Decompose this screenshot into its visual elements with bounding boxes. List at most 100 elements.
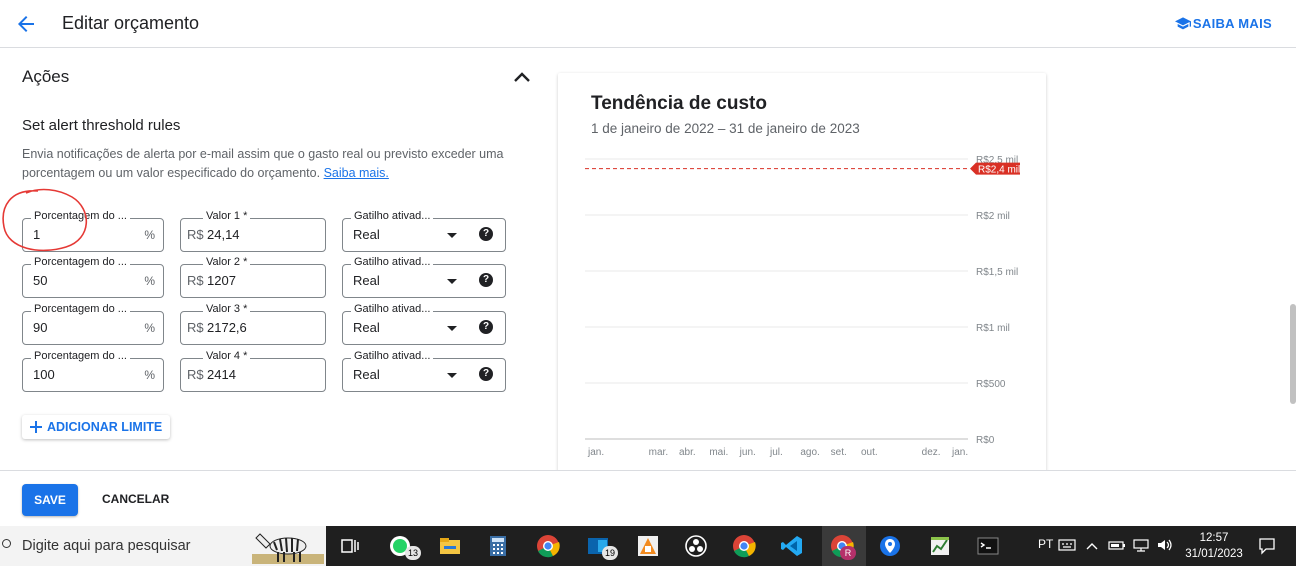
percent-suffix: % bbox=[144, 228, 155, 242]
clock-time: 12:57 bbox=[1199, 532, 1229, 544]
taskbar-search[interactable]: Digite aqui para pesquisar bbox=[0, 526, 326, 566]
save-button[interactable]: SAVE bbox=[22, 484, 78, 516]
percent-field[interactable]: Porcentagem do ... 90 % bbox=[22, 303, 164, 345]
school-icon bbox=[1174, 16, 1191, 29]
zebra-image-icon bbox=[252, 533, 324, 564]
percent-suffix: % bbox=[144, 274, 155, 288]
amount-field-label: Valor 4 * bbox=[203, 350, 251, 362]
dropdown-arrow-icon bbox=[447, 279, 457, 284]
x-tick-label: jan. bbox=[951, 447, 968, 458]
chevron-up-tray-icon[interactable] bbox=[1086, 541, 1098, 551]
whatsapp-badge: 13 bbox=[405, 546, 421, 560]
search-icon bbox=[2, 539, 11, 548]
main-content: Ações Set alert threshold rules Envia no… bbox=[0, 49, 1296, 470]
chart-app-icon[interactable] bbox=[928, 534, 952, 558]
trigger-select-value: Real bbox=[353, 273, 380, 288]
app-orange-icon[interactable] bbox=[636, 534, 660, 558]
help-icon[interactable]: ? bbox=[479, 227, 493, 241]
amount-field-value: 2414 bbox=[207, 367, 236, 382]
trigger-select-value: Real bbox=[353, 367, 380, 382]
trigger-select[interactable]: Gatilho ativad... Real ? bbox=[342, 303, 506, 345]
percent-field[interactable]: Porcentagem do ... 50 % bbox=[22, 256, 164, 298]
footer-bar: SAVE CANCELAR bbox=[0, 470, 1296, 526]
section-subtitle: Set alert threshold rules bbox=[22, 117, 181, 134]
notifications-icon[interactable] bbox=[1258, 537, 1276, 555]
cancel-button[interactable]: CANCELAR bbox=[102, 492, 169, 506]
page-title: Editar orçamento bbox=[62, 13, 200, 33]
percent-field-label: Porcentagem do ... bbox=[31, 350, 130, 362]
calculator-icon[interactable] bbox=[486, 534, 510, 558]
help-icon[interactable]: ? bbox=[479, 367, 493, 381]
dropdown-arrow-icon bbox=[447, 373, 457, 378]
y-tick-label: R$1 mil bbox=[976, 323, 1010, 334]
x-tick-label: dez. bbox=[922, 447, 941, 458]
obs-icon[interactable] bbox=[684, 534, 708, 558]
top-bar: Editar orçamento SAIBA MAIS bbox=[0, 0, 1296, 48]
chrome-profile-icon[interactable] bbox=[732, 534, 756, 558]
annotation-circle bbox=[2, 188, 88, 252]
amount-field[interactable]: Valor 1 * R$ 24,14 bbox=[180, 210, 326, 252]
vscode-icon[interactable] bbox=[780, 534, 804, 558]
chevron-up-icon[interactable] bbox=[512, 69, 532, 85]
learn-more-inline-link[interactable]: Saiba mais. bbox=[324, 166, 389, 180]
chrome-icon[interactable] bbox=[536, 534, 560, 558]
amount-field-value: 1207 bbox=[207, 273, 236, 288]
currency-prefix: R$ bbox=[187, 273, 204, 288]
keyboard-icon[interactable] bbox=[1058, 538, 1076, 552]
scrollbar[interactable] bbox=[1290, 304, 1296, 404]
description-text: Envia notificações de alerta por e-mail … bbox=[22, 147, 504, 180]
maps-pin-icon[interactable] bbox=[878, 534, 902, 558]
y-tick-label: R$500 bbox=[976, 379, 1006, 390]
help-icon[interactable]: ? bbox=[479, 320, 493, 334]
language-indicator[interactable]: PT bbox=[1038, 537, 1053, 551]
learn-more-link[interactable]: SAIBA MAIS bbox=[1174, 16, 1272, 31]
x-tick-label: out. bbox=[861, 447, 878, 458]
budget-label: R$2,4 mil bbox=[978, 165, 1020, 176]
add-limit-button[interactable]: ADICIONAR LIMITE bbox=[22, 415, 171, 439]
dropdown-arrow-icon bbox=[447, 326, 457, 331]
terminal-icon[interactable] bbox=[976, 534, 1000, 558]
back-arrow-icon[interactable] bbox=[14, 12, 38, 36]
dropdown-arrow-icon bbox=[447, 233, 457, 238]
cost-trend-card: Tendência de custo 1 de janeiro de 2022 … bbox=[558, 73, 1046, 470]
volume-icon[interactable] bbox=[1156, 538, 1174, 552]
trigger-select[interactable]: Gatilho ativad... Real ? bbox=[342, 210, 506, 252]
amount-field-label: Valor 3 * bbox=[203, 303, 251, 315]
trigger-select-label: Gatilho ativad... bbox=[351, 303, 434, 315]
plus-icon bbox=[30, 421, 42, 433]
x-tick-label: set. bbox=[831, 447, 847, 458]
chart-date-range: 1 de janeiro de 2022 – 31 de janeiro de … bbox=[591, 121, 860, 136]
system-clock[interactable]: 12:57 31/01/2023 bbox=[1182, 530, 1246, 562]
help-icon[interactable]: ? bbox=[479, 273, 493, 287]
amount-field-value: 24,14 bbox=[207, 227, 240, 242]
trigger-select[interactable]: Gatilho ativad... Real ? bbox=[342, 350, 506, 392]
x-tick-label: jun. bbox=[739, 447, 756, 458]
y-tick-label: R$2 mil bbox=[976, 211, 1010, 222]
chart-title: Tendência de custo bbox=[591, 93, 767, 114]
currency-prefix: R$ bbox=[187, 320, 204, 335]
x-tick-label: ago. bbox=[800, 447, 819, 458]
x-tick-label: mar. bbox=[649, 447, 668, 458]
chrome-profile-badge: R bbox=[840, 546, 856, 560]
percent-field-value: 50 bbox=[33, 273, 48, 288]
trigger-select-label: Gatilho ativad... bbox=[351, 210, 434, 222]
clock-date: 31/01/2023 bbox=[1185, 548, 1243, 560]
trigger-select[interactable]: Gatilho ativad... Real ? bbox=[342, 256, 506, 298]
network-icon[interactable] bbox=[1132, 538, 1150, 552]
amount-field[interactable]: Valor 3 * R$ 2172,6 bbox=[180, 303, 326, 345]
percent-field-value: 90 bbox=[33, 320, 48, 335]
battery-icon[interactable] bbox=[1108, 538, 1126, 552]
file-explorer-icon[interactable] bbox=[438, 534, 462, 558]
amount-field-label: Valor 2 * bbox=[203, 256, 251, 268]
amount-field[interactable]: Valor 4 * R$ 2414 bbox=[180, 350, 326, 392]
percent-suffix: % bbox=[144, 321, 155, 335]
percent-field[interactable]: Porcentagem do ... 100 % bbox=[22, 350, 164, 392]
amount-field[interactable]: Valor 2 * R$ 1207 bbox=[180, 256, 326, 298]
x-tick-label: abr. bbox=[679, 447, 696, 458]
outlook-badge: 19 bbox=[602, 546, 618, 560]
task-view-icon[interactable] bbox=[338, 534, 362, 558]
percent-suffix: % bbox=[144, 368, 155, 382]
percent-field-value: 100 bbox=[33, 367, 55, 382]
add-limit-label: ADICIONAR LIMITE bbox=[47, 420, 163, 434]
taskbar-search-placeholder: Digite aqui para pesquisar bbox=[22, 538, 191, 554]
